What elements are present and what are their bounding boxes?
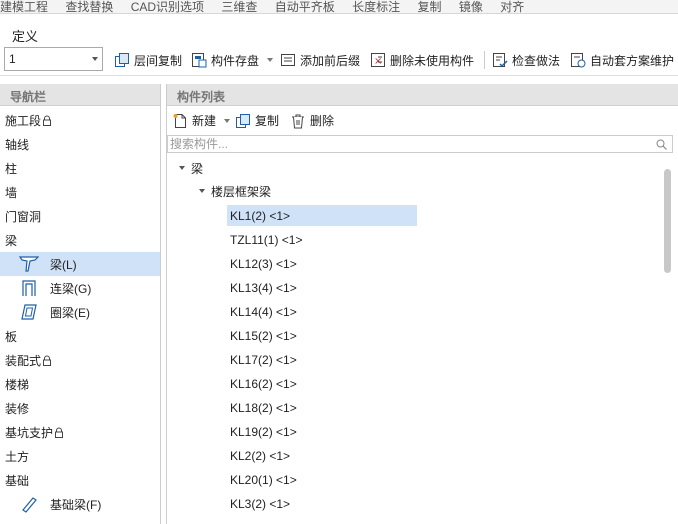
copy-component-button[interactable]: 复制 [235,112,279,129]
nav-item-link-beam[interactable]: 连梁(G) [0,276,160,300]
save-component-icon [192,53,207,68]
nav-item-door-window[interactable]: 门窗洞 [0,204,160,228]
lock-icon [43,115,52,126]
ribbon-item[interactable]: CAD识别选项 [131,0,204,13]
nav-item-foundation[interactable]: 基础 [0,468,160,492]
nav-item-beam[interactable]: 梁(L) [0,252,160,276]
ribbon-item[interactable]: 镜像 [459,0,483,13]
ribbon-item[interactable]: 长度标注 [352,0,400,13]
component-item[interactable]: KL1(2) <1> [227,205,417,226]
definition-toolbar: 1 层间复制 构件存盘 添加前后缀 × 删除未使用构件 检查做法 自动套方案维护 [0,44,678,76]
ribbon-strip: 建模工程 查找替换 CAD识别选项 三维查 自动平齐板 长度标注 复制 镜像 对… [0,0,678,14]
link-beam-icon [22,280,36,296]
navigation-panel: 导航栏 施工段 轴线 柱 墙 门窗洞 梁 梁(L) 连梁(G) 圈梁(E) 板 … [0,84,161,524]
chevron-down-icon [92,57,98,61]
foundation-beam-icon [22,497,37,513]
copy-between-floors-button[interactable]: 层间复制 [114,50,182,70]
delete-unused-button[interactable]: × 删除未使用构件 [370,50,474,70]
nav-item-decoration[interactable]: 装修 [0,396,160,420]
ribbon-item[interactable]: 查找替换 [65,0,113,13]
auto-scheme-button[interactable]: 自动套方案维护 [570,50,674,70]
component-item[interactable]: KL16(2) <1> [227,373,417,394]
nav-item-pit-support[interactable]: 基坑支护 [0,420,160,444]
trash-icon [292,114,304,128]
copy-floors-icon [115,53,129,67]
nav-item-foundation-beam[interactable]: 基础梁(F) [0,492,160,516]
ribbon-item[interactable]: 建模工程 [0,0,48,13]
navigation-header: 导航栏 [0,84,160,106]
component-search-input[interactable] [168,136,648,152]
component-save-button[interactable]: 构件存盘 [191,50,274,70]
lock-icon [43,355,52,366]
tree-node-beam[interactable]: 梁 [179,158,203,178]
ribbon-item[interactable]: 复制 [417,0,441,13]
delete-component-button[interactable]: 删除 [290,112,334,129]
beam-icon [19,256,39,272]
component-item[interactable]: KL14(4) <1> [227,301,417,322]
component-item[interactable]: TZL11(1) <1> [227,229,417,250]
component-item[interactable]: KL13(4) <1> [227,277,417,298]
component-item[interactable]: KL18(2) <1> [227,397,417,418]
prefix-suffix-icon [281,54,295,66]
expand-arrow-icon[interactable] [179,166,185,170]
copy-icon [236,113,250,128]
vertical-scrollbar[interactable] [664,169,671,273]
search-icon[interactable] [656,139,667,150]
delete-unused-icon: × [371,53,385,67]
floor-select-value: 1 [9,52,16,66]
component-item[interactable]: KL17(2) <1> [227,349,417,370]
nav-item-ring-beam[interactable]: 圈梁(E) [0,300,160,324]
component-item[interactable]: KL15(2) <1> [227,325,417,346]
component-item[interactable]: KL2(2) <1> [227,445,417,466]
component-search-box [167,135,673,153]
nav-item-wall[interactable]: 墙 [0,180,160,204]
ribbon-item[interactable]: 三维查 [221,0,257,13]
floor-select[interactable]: 1 [4,47,103,71]
component-list-panel: 构件列表 新建 复制 删除 梁 楼层框架梁 KL1(2) <1> TZL11(1… [166,84,678,524]
nav-item-stairs[interactable]: 楼梯 [0,372,160,396]
lock-icon [55,427,64,438]
nav-item-construction-segment[interactable]: 施工段 [0,108,160,132]
check-method-icon [493,53,508,68]
expand-arrow-icon[interactable] [199,189,205,193]
new-component-button[interactable]: 新建 [172,112,231,129]
nav-item-slab[interactable]: 板 [0,324,160,348]
component-item[interactable]: KL12(3) <1> [227,253,417,274]
component-item[interactable]: KL3(2) <1> [227,493,417,514]
new-icon [173,113,186,128]
nav-item-beam-group[interactable]: 梁 [0,228,160,252]
toolbar-divider [484,51,485,69]
definition-bar: 定义 [0,14,678,44]
nav-item-column[interactable]: 柱 [0,156,160,180]
component-item[interactable]: KL20(1) <1> [227,469,417,490]
nav-item-prefab[interactable]: 装配式 [0,348,160,372]
ring-beam-icon [21,304,37,320]
auto-scheme-icon [571,53,586,68]
tree-node-floor-frame-beam[interactable]: 楼层框架梁 [199,181,271,201]
add-prefix-suffix-button[interactable]: 添加前后缀 [280,50,360,70]
chevron-down-icon [267,58,274,62]
nav-item-earthwork[interactable]: 土方 [0,444,160,468]
check-method-button[interactable]: 检查做法 [492,50,560,70]
component-list-toolbar: 新建 复制 删除 [167,108,678,134]
nav-item-axis[interactable]: 轴线 [0,132,160,156]
chevron-down-icon [224,118,231,123]
ribbon-item[interactable]: 对齐 [500,0,524,13]
ribbon-item[interactable]: 自动平齐板 [275,0,335,13]
definition-title: 定义 [12,29,39,44]
component-item[interactable]: KL19(2) <1> [227,421,417,442]
component-list-header: 构件列表 [167,84,678,106]
